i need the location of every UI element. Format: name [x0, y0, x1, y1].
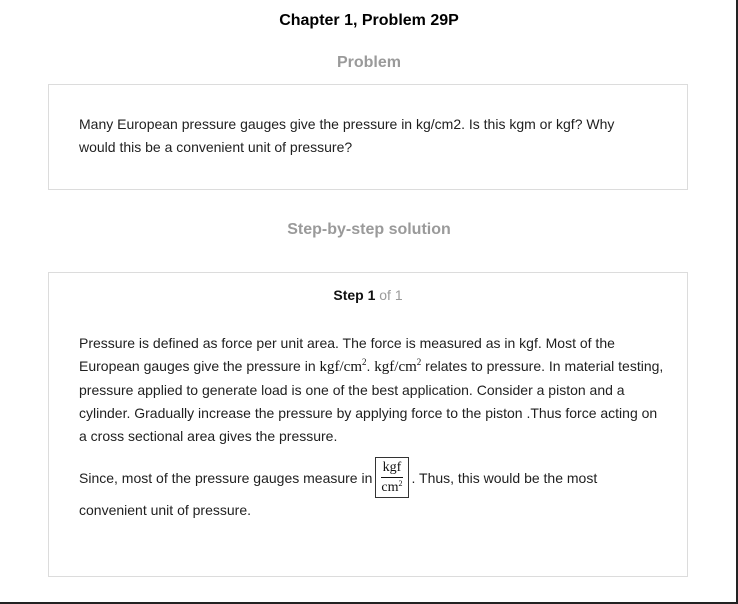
fraction-denominator: cm2 [381, 479, 403, 496]
unit-expression: kgf/cm2 [319, 357, 367, 376]
step-count: of 1 [379, 287, 403, 303]
problem-heading: Problem [336, 54, 401, 71]
unit-expression-2: kgf/cm2 [374, 357, 422, 376]
chapter-title: Chapter 1, Problem 29P [279, 12, 459, 29]
p2-text-end: . Thus, this would be the most [411, 469, 598, 486]
step-number: Step 1 [333, 287, 376, 303]
solution-paragraph-2: Since, most of the pressure gauges measu… [79, 457, 597, 498]
fraction-numerator: kgf [380, 460, 404, 478]
boxed-answer-fraction: kgf cm2 [375, 457, 409, 498]
p1-separator: . [366, 358, 371, 374]
problem-text: Many European pressure gauges give the p… [79, 116, 615, 155]
p2-text-start: Since, most of the pressure gauges measu… [79, 469, 373, 486]
solution-box: Step 1 of 1 Pressure is defined as force… [48, 272, 688, 577]
step-label: Step 1 of 1 [49, 287, 687, 303]
problem-box: Many European pressure gauges give the p… [48, 84, 688, 190]
solution-paragraph-2-tail: convenient unit of pressure. [79, 502, 251, 518]
solution-heading: Step-by-step solution [287, 221, 451, 238]
solution-paragraph-1: Pressure is defined as force per unit ar… [79, 332, 664, 448]
